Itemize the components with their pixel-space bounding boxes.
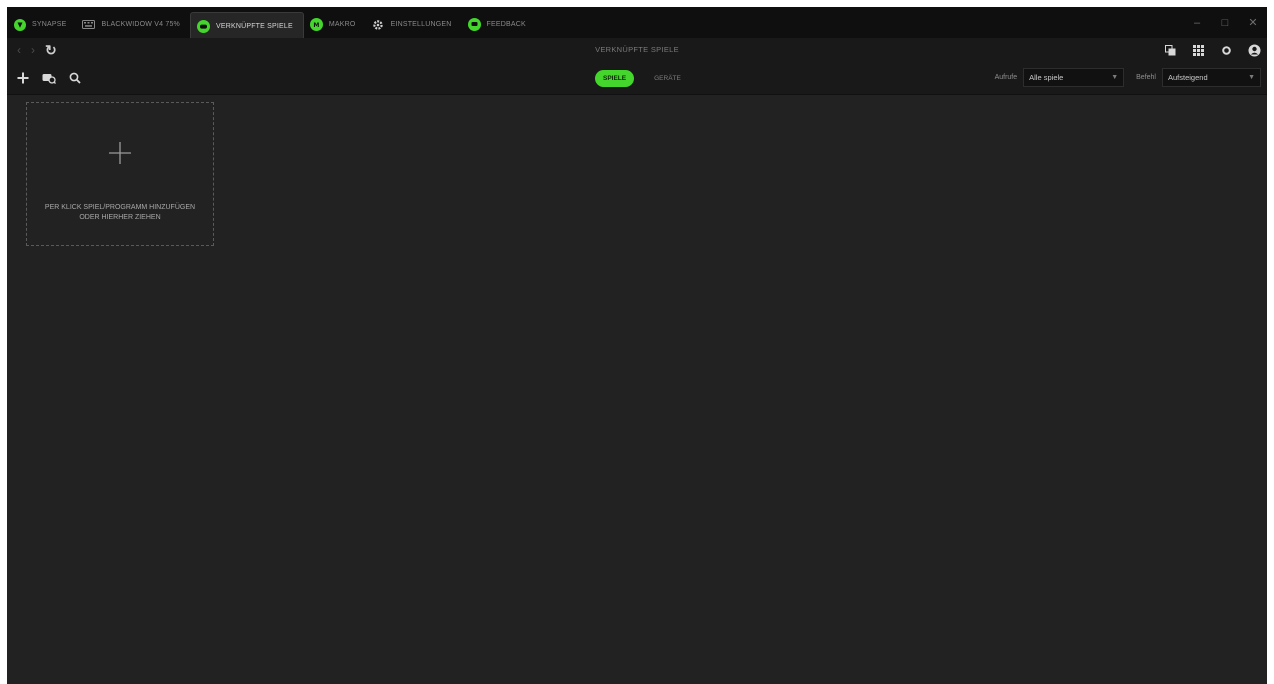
tab-label: FEEDBACK <box>486 21 526 28</box>
nav-bar: ‹ › ↻ VERKNÜPFTE SPIELE <box>7 38 1267 62</box>
refresh-button[interactable]: ↻ <box>45 42 57 59</box>
settings-icon[interactable] <box>1219 43 1233 57</box>
add-game-hint: PER KLICK SPIEL/PROGRAMM HINZUFÜGEN ODER… <box>44 204 196 221</box>
window-controls: – □ ✕ <box>1183 7 1267 38</box>
add-icon[interactable] <box>15 70 31 86</box>
maximize-button[interactable]: □ <box>1211 17 1239 29</box>
nav-buttons: ‹ › ↻ <box>17 38 57 62</box>
gear-icon <box>372 18 385 31</box>
filter-controls: Aufrufe Alle spiele ▼ Befehl Aufsteigend… <box>995 68 1261 87</box>
segment-geraete[interactable]: GERÄTE <box>654 75 681 82</box>
main-tabs: SYNAPSE BLACKWIDOW V4 75% VERKNÜPFTE SPI… <box>7 7 536 39</box>
page-title: VERKNÜPFTE SPIELE <box>595 45 679 54</box>
tab-einstellungen[interactable]: EINSTELLUNGEN <box>366 13 462 37</box>
close-button[interactable]: ✕ <box>1239 16 1267 29</box>
razer-logo-icon <box>13 18 26 31</box>
title-bar: SYNAPSE BLACKWIDOW V4 75% VERKNÜPFTE SPI… <box>7 7 1267 39</box>
app-window: SYNAPSE BLACKWIDOW V4 75% VERKNÜPFTE SPI… <box>7 7 1267 684</box>
tab-label: EINSTELLUNGEN <box>390 21 452 28</box>
tab-device[interactable]: BLACKWIDOW V4 75% <box>76 13 189 37</box>
nav-actions <box>1163 38 1261 62</box>
view-switch: SPIELE GERÄTE <box>595 70 681 87</box>
search-icon[interactable] <box>67 70 83 86</box>
tab-makro[interactable]: M MAKRO <box>304 13 366 37</box>
tool-actions <box>15 62 83 94</box>
gamepad-icon <box>196 19 210 33</box>
keyboard-icon <box>82 18 96 31</box>
filter-select[interactable]: Alle spiele ▼ <box>1023 68 1125 87</box>
plus-icon <box>108 141 132 165</box>
tab-label: VERKNÜPFTE SPIELE <box>215 22 293 30</box>
chevron-down-icon: ▼ <box>1248 74 1255 81</box>
sort-value: Aufsteigend <box>1168 73 1208 82</box>
minimize-button[interactable]: – <box>1183 17 1211 29</box>
sort-label: Befehl <box>1136 74 1156 81</box>
feedback-icon <box>467 18 481 31</box>
sort-select[interactable]: Aufsteigend ▼ <box>1162 68 1261 87</box>
svg-text:M: M <box>313 22 319 29</box>
games-grid: PER KLICK SPIEL/PROGRAMM HINZUFÜGEN ODER… <box>7 95 1267 684</box>
profile-avatar-icon[interactable] <box>1247 43 1261 57</box>
back-button[interactable]: ‹ <box>17 43 21 57</box>
segment-spiele[interactable]: SPIELE <box>595 70 635 87</box>
tab-feedback[interactable]: FEEDBACK <box>462 13 536 37</box>
filter-value: Alle spiele <box>1029 73 1064 82</box>
grid-icon[interactable] <box>1191 43 1205 57</box>
filter-label: Aufrufe <box>994 74 1018 81</box>
chevron-down-icon: ▼ <box>1111 74 1119 81</box>
tab-synapse[interactable]: SYNAPSE <box>7 13 76 37</box>
tab-label: BLACKWIDOW V4 75% <box>101 21 180 28</box>
window-stack-icon[interactable] <box>1163 43 1177 57</box>
tab-label: SYNAPSE <box>32 21 67 28</box>
forward-button[interactable]: › <box>31 43 35 57</box>
tool-bar: SPIELE GERÄTE Aufrufe Alle spiele ▼ Befe… <box>7 62 1267 95</box>
tab-verknuepfte-spiele[interactable]: VERKNÜPFTE SPIELE <box>189 12 304 39</box>
tab-label: MAKRO <box>328 21 356 28</box>
macro-icon: M <box>309 18 323 31</box>
scan-games-icon[interactable] <box>41 70 57 86</box>
add-game-card[interactable]: PER KLICK SPIEL/PROGRAMM HINZUFÜGEN ODER… <box>26 102 214 246</box>
